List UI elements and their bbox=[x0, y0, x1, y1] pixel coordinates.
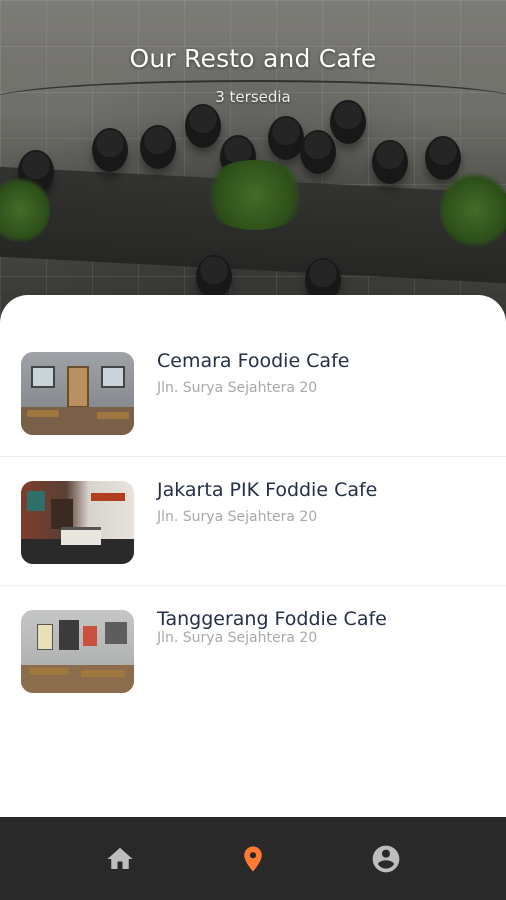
cafe-list-item[interactable]: Tanggerang Foddie Cafe Jln. Surya Sejaht… bbox=[0, 586, 506, 715]
cafe-name: Tanggerang Foddie Cafe bbox=[157, 608, 387, 630]
cafe-address: Jln. Surya Sejahtera 20 bbox=[157, 380, 318, 396]
cafe-address: Jln. Surya Sejahtera 20 bbox=[157, 630, 318, 646]
nav-location-button[interactable] bbox=[235, 841, 271, 877]
cafe-list: Cemara Foodie Cafe Jln. Surya Sejahtera … bbox=[0, 328, 506, 715]
account-icon bbox=[372, 845, 400, 873]
nav-home-button[interactable] bbox=[102, 841, 138, 877]
location-pin-icon bbox=[244, 846, 262, 872]
cafe-name: Jakarta PIK Foddie Cafe bbox=[157, 479, 378, 501]
cafe-address: Jln. Surya Sejahtera 20 bbox=[157, 509, 318, 525]
cafe-thumbnail bbox=[21, 352, 134, 435]
cafe-name: Cemara Foodie Cafe bbox=[157, 350, 350, 372]
nav-account-button[interactable] bbox=[368, 841, 404, 877]
cafe-list-item[interactable]: Jakarta PIK Foddie Cafe Jln. Surya Sejah… bbox=[0, 457, 506, 586]
page-title: Our Resto and Cafe bbox=[129, 44, 377, 73]
cafe-thumbnail bbox=[21, 481, 134, 564]
cafe-list-sheet: Cemara Foodie Cafe Jln. Surya Sejahtera … bbox=[0, 295, 506, 817]
cafe-list-item[interactable]: Cemara Foodie Cafe Jln. Surya Sejahtera … bbox=[0, 328, 506, 457]
cafe-thumbnail bbox=[21, 610, 134, 693]
bottom-navigation bbox=[0, 817, 506, 900]
home-icon bbox=[107, 847, 133, 869]
hero-banner: Our Resto and Cafe 3 tersedia bbox=[0, 0, 506, 330]
available-count: 3 tersedia bbox=[215, 88, 291, 106]
